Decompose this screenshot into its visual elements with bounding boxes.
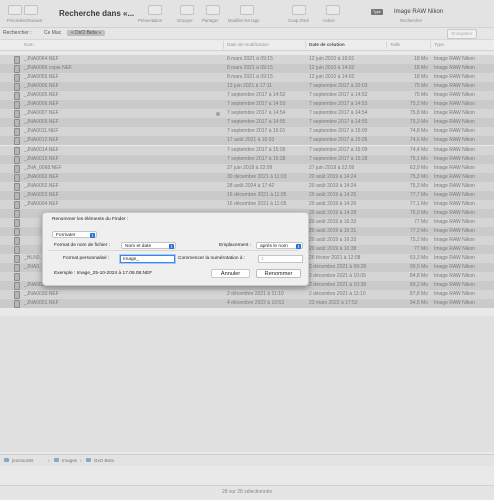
name-format-popup-value: Nom et date	[125, 244, 152, 249]
dialog-title: Renommer les éléments du Finder :	[52, 217, 129, 222]
start-number-field[interactable]: 1	[258, 255, 303, 263]
chevron-updown-icon: ⇕	[169, 244, 174, 249]
start-number-value: 1	[261, 257, 264, 262]
location-label: Emplacement :	[219, 243, 251, 248]
custom-format-label: Format personnalisé :	[63, 256, 110, 261]
rename-button[interactable]: Renommer	[256, 269, 301, 278]
location-popup[interactable]: après le nom ⇕	[256, 242, 303, 249]
custom-format-value: Image_	[123, 257, 139, 262]
finder-window: Précédent/Suivant Recherche dans «... Pr…	[0, 0, 494, 500]
start-number-label: Commencer la numérotation à :	[178, 256, 246, 261]
example-preview: Exemple : Image_25-10-2024 à 17.09.08.NE…	[54, 271, 153, 276]
mode-popup-value: Formater	[56, 233, 76, 238]
location-popup-value: après le nom	[260, 244, 288, 249]
chevron-updown-icon: ⇕	[90, 233, 95, 238]
rename-dialog: Renommer les éléments du Finder : Format…	[42, 212, 309, 286]
custom-format-field[interactable]: Image_	[120, 255, 175, 263]
name-format-label: Format de nom de fichier :	[54, 243, 110, 248]
name-format-popup[interactable]: Nom et date ⇕	[121, 242, 176, 249]
dialog-divider	[48, 250, 298, 251]
cancel-button[interactable]: Annuler	[211, 269, 250, 278]
chevron-updown-icon: ⇕	[296, 244, 301, 249]
mode-popup[interactable]: Formater ⇕	[52, 231, 97, 238]
